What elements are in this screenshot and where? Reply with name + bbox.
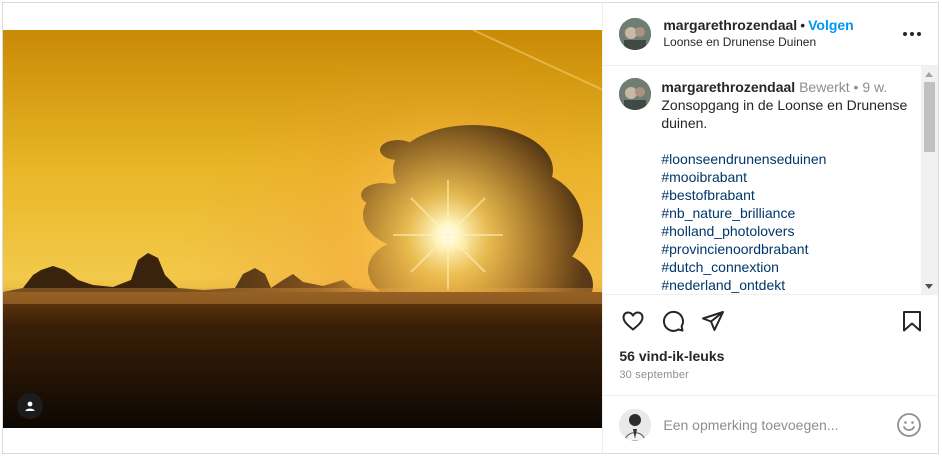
more-options-button[interactable]	[900, 22, 924, 46]
hashtag-link[interactable]: #provincienoordbrabant	[661, 240, 921, 258]
hashtag-link[interactable]: #bestofbrabant	[661, 186, 921, 204]
share-button[interactable]	[699, 307, 727, 335]
user-tag-icon	[25, 401, 35, 411]
post-date: 30 september	[619, 369, 690, 381]
hashtag-link[interactable]: #dutch_connextion	[661, 258, 921, 276]
caption: margarethrozendaal Bewerkt • 9 w. Zonsop…	[603, 66, 938, 294]
hashtag-link[interactable]: #mooibrabant	[661, 168, 921, 186]
post-header: margarethrozendaal • Volgen Loonse en Drun…	[603, 3, 938, 66]
post-media	[3, 3, 603, 453]
save-button[interactable]	[898, 307, 926, 335]
post-age: 9 w.	[862, 79, 888, 95]
caption-username[interactable]: margarethrozendaal	[661, 79, 795, 95]
caption-separator: •	[853, 79, 859, 95]
follow-button[interactable]: Volgen	[808, 17, 854, 33]
caption-body: margarethrozendaal Bewerkt • 9 w. Zonsop…	[661, 78, 921, 294]
hashtag-link[interactable]: #loonseendrunenseduinen	[661, 150, 921, 168]
hashtag-link[interactable]: #nederland_ontdekt	[661, 276, 921, 294]
post-location[interactable]: Loonse en Drunense Duinen	[663, 34, 900, 51]
comments-scrollbar[interactable]	[921, 66, 938, 294]
edited-label: Bewerkt	[799, 79, 850, 95]
action-bar	[603, 295, 938, 347]
tagged-users-button[interactable]	[17, 393, 43, 419]
separator-dot: •	[800, 17, 806, 33]
post-dialog: margarethrozendaal • Volgen Loonse en Drun…	[2, 2, 939, 454]
comment-button[interactable]	[659, 307, 687, 335]
likes-count[interactable]: 56 vind-ik-leuks	[603, 347, 938, 365]
comment-bubble-icon	[663, 310, 685, 332]
caption-avatar[interactable]	[619, 78, 652, 110]
hashtag-link[interactable]: #nb_nature_brilliance	[661, 204, 921, 222]
author-username[interactable]: margarethrozendaal	[663, 17, 797, 33]
more-options-icon	[903, 32, 921, 36]
heart-icon	[622, 311, 644, 331]
post-sidebar: margarethrozendaal • Volgen Loonse en Drun…	[602, 3, 938, 453]
author-avatar[interactable]	[619, 18, 652, 50]
current-user-avatar	[619, 408, 652, 441]
paper-plane-icon	[702, 311, 725, 331]
post-photo[interactable]	[3, 30, 603, 428]
scrollbar-thumb[interactable]	[924, 82, 935, 152]
add-comment-bar	[603, 395, 938, 453]
caption-text: Zonsopgang in de Loonse en Drunense duin…	[661, 97, 908, 131]
hashtag-list: #loonseendrunenseduinen #mooibrabant #be…	[661, 150, 921, 294]
scroll-down-arrow-icon[interactable]	[925, 284, 933, 289]
scroll-up-arrow-icon[interactable]	[925, 72, 933, 77]
comments-section[interactable]: margarethrozendaal Bewerkt • 9 w. Zonsop…	[603, 66, 938, 295]
bookmark-icon	[903, 311, 921, 332]
like-button[interactable]	[619, 307, 647, 335]
smiley-icon[interactable]	[896, 412, 922, 438]
comment-input[interactable]	[663, 416, 896, 433]
header-text: margarethrozendaal • Volgen Loonse en Drun…	[663, 17, 900, 51]
hashtag-link[interactable]: #holland_photolovers	[661, 222, 921, 240]
